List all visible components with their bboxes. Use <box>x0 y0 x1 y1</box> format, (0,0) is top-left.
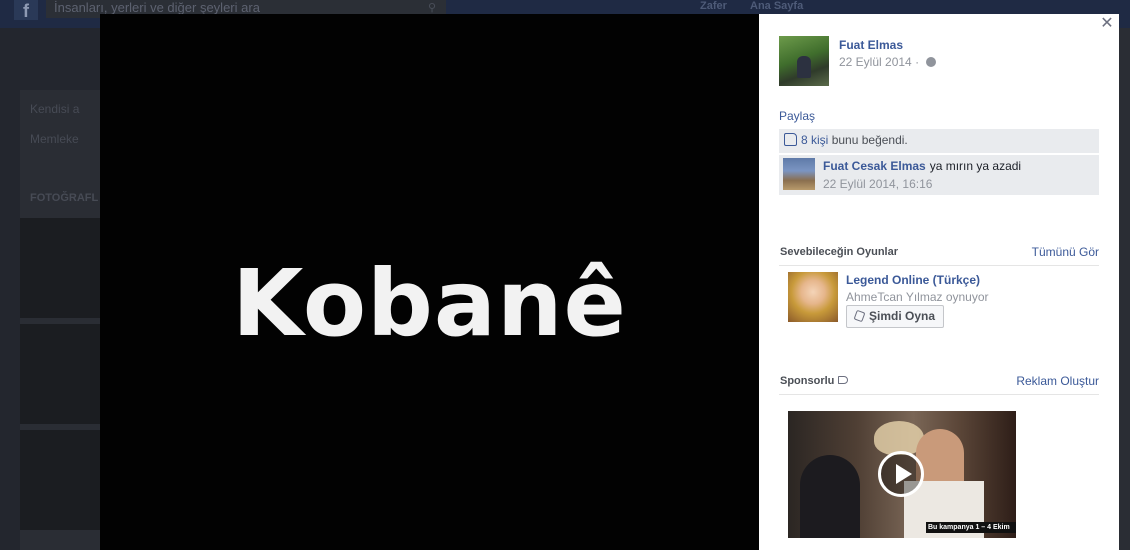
puzzle-icon <box>853 309 866 323</box>
game-subtitle: AhmeTcan Yılmaz oynuyor <box>846 290 989 304</box>
background-right-strip <box>1119 28 1130 550</box>
likes-suffix: bunu beğendi. <box>831 133 908 147</box>
close-icon[interactable]: ✕ <box>1099 16 1115 32</box>
comment-text: ya mırın ya azadi <box>929 159 1022 173</box>
author-avatar[interactable] <box>779 36 829 86</box>
background-nav-home: Ana Sayfa <box>750 0 804 12</box>
globe-icon <box>926 57 937 67</box>
likes-summary: 8 kişi bunu beğendi. <box>779 129 1099 153</box>
see-all-link[interactable]: Tümünü Gör <box>1032 245 1099 259</box>
video-play-icon[interactable] <box>878 451 924 497</box>
likes-count-link[interactable]: 8 kişi <box>801 133 828 147</box>
games-heading: Sevebileceğin Oyunlar <box>780 246 898 258</box>
comment-item: Fuat Cesak Elmas ya mırın ya azadi 22 Eyl… <box>779 155 1099 195</box>
sponsored-heading: Sponsorlu <box>780 375 849 387</box>
date-separator: · <box>915 55 920 69</box>
game-thumbnail[interactable] <box>788 272 838 322</box>
author-name[interactable]: Fuat Elmas <box>839 38 903 52</box>
search-icon: ⚲ <box>428 2 437 14</box>
play-now-label: Şimdi Oyna <box>869 309 936 323</box>
commenter-avatar[interactable] <box>783 158 815 190</box>
sponsored-section-header: Sponsorlu Reklam Oluştur <box>779 374 1099 395</box>
background-photo-thumb <box>20 430 100 530</box>
background-photos-heading: FOTOĞRAFL <box>30 192 99 204</box>
games-section-header: Sevebileceğin Oyunlar Tümünü Gör <box>779 245 1099 266</box>
commenter-name-line: Fuat Cesak Elmas ya mırın ya azadi <box>823 159 1021 173</box>
ad-video[interactable]: Bu kampanya 1 – 4 Ekim <box>788 411 1016 538</box>
ad-video-caption: Bu kampanya 1 – 4 Ekim <box>926 522 1016 533</box>
background-photo-thumb <box>20 324 100 424</box>
facebook-logo-icon: f <box>14 0 38 21</box>
sponsored-heading-text: Sponsorlu <box>780 375 835 387</box>
background-nav-zafer: Zafer <box>700 0 727 12</box>
photo-stage[interactable]: Kobanê <box>100 14 759 550</box>
game-title[interactable]: Legend Online (Türkçe) <box>846 273 980 287</box>
megaphone-icon <box>838 376 849 384</box>
play-now-button[interactable]: Şimdi Oyna <box>846 305 945 328</box>
post-date-text[interactable]: 22 Eylül 2014 <box>839 55 912 69</box>
like-thumb-icon <box>784 133 797 146</box>
background-photo-thumb <box>20 218 100 318</box>
background-left-item: Memleke <box>30 132 79 146</box>
post-date: 22 Eylül 2014 · <box>839 55 937 69</box>
create-ad-link[interactable]: Reklam Oluştur <box>1016 374 1099 388</box>
commenter-name[interactable]: Fuat Cesak Elmas <box>823 159 926 173</box>
background-left-item: Kendisi a <box>30 102 80 116</box>
share-link[interactable]: Paylaş <box>779 109 815 123</box>
comment-time[interactable]: 22 Eylül 2014, 16:16 <box>823 177 932 191</box>
photo-image-text: Kobanê <box>232 250 627 357</box>
ad-person <box>800 455 860 538</box>
photo-side-panel: ✕ Fuat Elmas 22 Eylül 2014 · Paylaş 8 ki… <box>759 14 1119 550</box>
